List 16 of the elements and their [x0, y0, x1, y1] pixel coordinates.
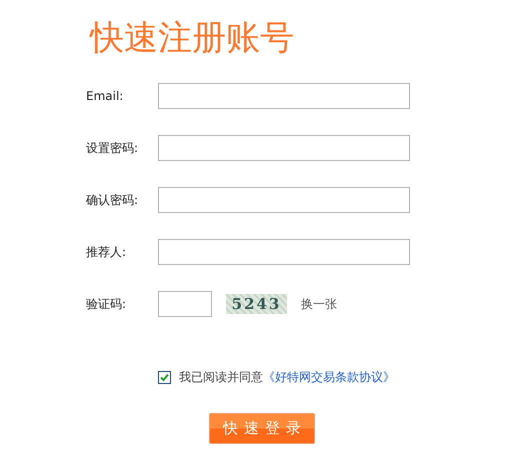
captcha-image: 5243	[226, 294, 287, 314]
agreement-text: 我已阅读并同意	[179, 369, 263, 386]
field-label: 推荐人:	[86, 244, 128, 260]
field-label: 设置密码:	[86, 140, 140, 156]
field-label: 验证码:	[86, 296, 128, 312]
password-field[interactable]	[158, 135, 410, 161]
terms-link[interactable]: 《好特网交易条款协议》	[263, 369, 395, 386]
input-field[interactable]	[158, 239, 410, 265]
password-field[interactable]	[158, 187, 410, 213]
field-label: Email:	[86, 89, 124, 103]
captcha-field[interactable]	[158, 291, 212, 317]
agree-checkbox[interactable]	[158, 371, 171, 384]
refresh-link[interactable]: 换一张	[301, 296, 337, 312]
field-label: 确认密码:	[86, 192, 140, 208]
page-title: 快速注册账号	[90, 17, 295, 60]
input-field[interactable]	[158, 83, 410, 109]
